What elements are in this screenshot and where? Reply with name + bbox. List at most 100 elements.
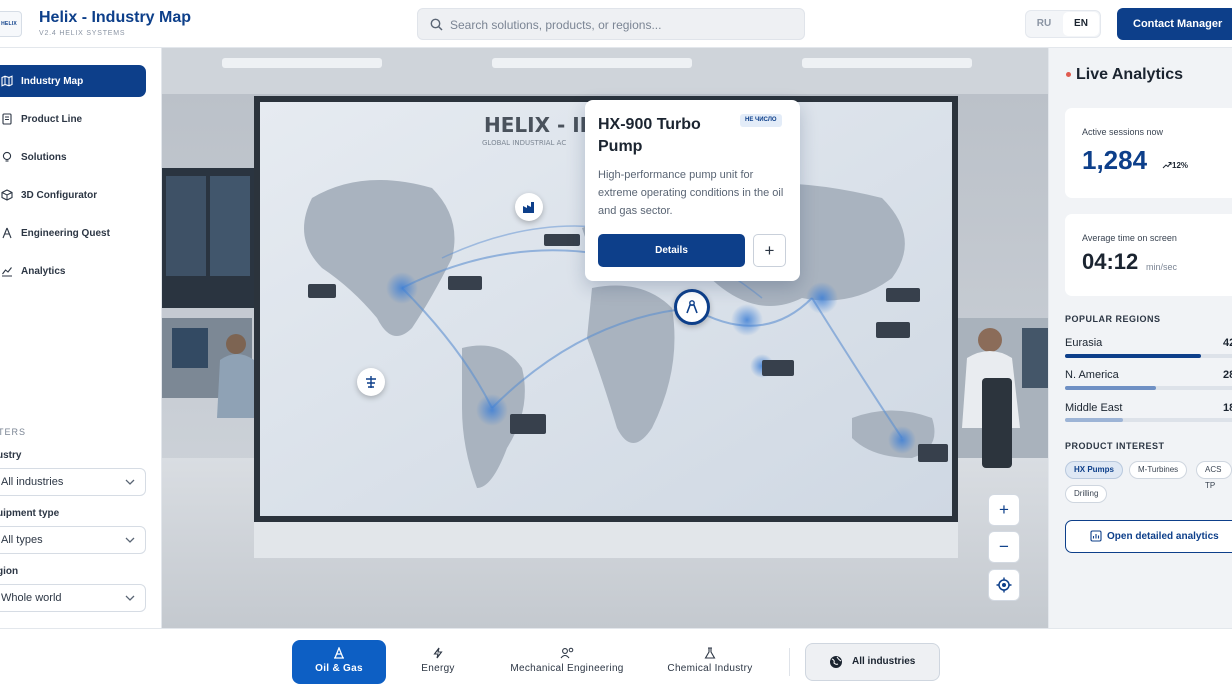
logo-text: HELIX bbox=[1, 21, 17, 27]
live-indicator bbox=[1066, 72, 1071, 77]
document-icon bbox=[0, 112, 14, 126]
popup-description: High-performance pump unit for extreme o… bbox=[598, 169, 784, 217]
locate-button[interactable] bbox=[988, 569, 1020, 601]
filter-industry-label: ustry bbox=[0, 450, 22, 461]
industry-tab-mechanical-engineering[interactable]: Mechanical Engineering bbox=[498, 640, 636, 684]
time-unit: min/sec bbox=[1146, 262, 1178, 272]
lightbulb-icon bbox=[0, 150, 14, 164]
factory-marker[interactable] bbox=[515, 193, 543, 221]
add-to-compare-button[interactable]: + bbox=[753, 234, 786, 267]
helix-logo[interactable]: HELIX bbox=[0, 11, 22, 37]
nav-solutions[interactable]: Solutions bbox=[0, 141, 146, 173]
nav-industry-map[interactable]: Industry Map bbox=[0, 65, 146, 97]
nav-label: Engineering Quest bbox=[21, 227, 110, 239]
app-header: HELIX Helix - Industry Map V2.4 HELIX SY… bbox=[0, 0, 1232, 48]
sessions-trend: 12% bbox=[1172, 161, 1189, 170]
nav-3d-configurator[interactable]: 3D Configurator bbox=[0, 179, 146, 211]
industry-tab-oil-gas[interactable]: Oil & Gas bbox=[292, 640, 386, 684]
equipment-select-value: All types bbox=[1, 534, 43, 546]
chevron-down-icon bbox=[125, 595, 135, 601]
lang-en-button[interactable]: EN bbox=[1063, 12, 1099, 36]
industry-tab-energy[interactable]: Energy bbox=[400, 640, 476, 684]
sessions-value: 1,284 bbox=[1082, 145, 1148, 175]
pump-marker-selected[interactable] bbox=[674, 289, 710, 325]
equipment-select[interactable]: All types bbox=[0, 526, 146, 554]
plant-marker[interactable] bbox=[357, 368, 385, 396]
sidebar: Industry Map Product Line Solutions 3D C… bbox=[0, 48, 162, 628]
chart-icon bbox=[0, 264, 14, 278]
industry-select[interactable]: All industries bbox=[0, 468, 146, 496]
time-label: Average time on screen bbox=[1082, 233, 1177, 243]
nav-label: Product Line bbox=[21, 113, 83, 125]
sessions-label: Active sessions now bbox=[1082, 127, 1164, 137]
chevron-down-icon bbox=[125, 537, 135, 543]
wall-subtitle: GLOBAL INDUSTRIAL AC bbox=[482, 139, 566, 147]
region-bar-fill bbox=[1065, 386, 1156, 390]
region-value: 42 bbox=[1223, 337, 1232, 349]
zoom-out-button[interactable]: − bbox=[988, 531, 1020, 563]
nav-label: Industry Map bbox=[21, 75, 84, 87]
time-card: Average time on screen 04:12 min/sec bbox=[1065, 214, 1232, 296]
popup-title: HX-900 Turbo Pump bbox=[598, 116, 701, 155]
industry-bar: Oil & Gas Energy Mechanical Engineering … bbox=[0, 628, 1232, 693]
compass-icon bbox=[0, 226, 14, 240]
lightning-icon bbox=[433, 647, 443, 659]
nav-label: Solutions bbox=[21, 151, 67, 163]
filter-equipment-label: uipment type bbox=[0, 508, 60, 519]
region-value: 18 bbox=[1223, 402, 1232, 414]
industry-label: Mechanical Engineering bbox=[510, 663, 624, 674]
filters-title: TERS bbox=[0, 427, 27, 437]
language-switcher: RU EN bbox=[1025, 10, 1101, 38]
industry-label: Oil & Gas bbox=[315, 663, 363, 674]
live-analytics-panel: Live Analytics Active sessions now 1,284… bbox=[1048, 48, 1232, 628]
lang-ru-button[interactable]: RU bbox=[1026, 11, 1062, 37]
search-input[interactable]: Search solutions, products, or regions..… bbox=[417, 8, 805, 40]
app-title: Helix - Industry Map bbox=[39, 9, 192, 26]
contact-manager-button[interactable]: Contact Manager bbox=[1117, 8, 1232, 40]
interest-chip-hx-pumps[interactable]: HX Pumps bbox=[1065, 461, 1124, 479]
open-analytics-button[interactable]: Open detailed analytics bbox=[1065, 520, 1232, 553]
region-bar-fill bbox=[1065, 418, 1124, 422]
regions-title: POPULAR REGIONS bbox=[1065, 314, 1161, 324]
interest-chip-m-turbines[interactable]: M-Turbines bbox=[1129, 461, 1188, 479]
app-version: V2.4 HELIX SYSTEMS bbox=[39, 30, 126, 37]
region-bar-fill bbox=[1065, 354, 1202, 358]
nav-product-line[interactable]: Product Line bbox=[0, 103, 146, 135]
wall-title: HELIX - IN bbox=[484, 113, 596, 137]
zoom-in-button[interactable]: + bbox=[988, 494, 1020, 526]
region-bar bbox=[1065, 386, 1232, 390]
oil-rig-icon bbox=[334, 647, 344, 659]
interest-title: PRODUCT INTEREST bbox=[1065, 441, 1165, 451]
engineer-icon bbox=[560, 647, 574, 659]
sessions-card: Active sessions now 1,284 12% bbox=[1065, 108, 1232, 198]
flask-icon bbox=[704, 647, 716, 659]
interest-chip-drilling[interactable]: Drilling bbox=[1065, 485, 1108, 503]
product-popup: HX-900 Turbo Pump НЕ ЧИСЛО High-performa… bbox=[585, 100, 800, 281]
region-select[interactable]: Whole world bbox=[0, 584, 146, 612]
trend-up-icon bbox=[1162, 162, 1172, 169]
popup-badge: НЕ ЧИСЛО bbox=[740, 114, 782, 127]
filter-region-label: gion bbox=[0, 566, 19, 577]
nav-analytics[interactable]: Analytics bbox=[0, 255, 146, 287]
chevron-down-icon bbox=[125, 479, 135, 485]
all-industries-button[interactable]: All industries bbox=[805, 643, 940, 681]
region-name: N. America bbox=[1065, 369, 1119, 381]
locate-icon bbox=[996, 577, 1012, 593]
industry-label: Energy bbox=[421, 663, 455, 674]
map-icon bbox=[0, 74, 14, 88]
cube-icon bbox=[0, 188, 14, 202]
nav-engineering-quest[interactable]: Engineering Quest bbox=[0, 217, 146, 249]
factory-icon bbox=[523, 202, 534, 213]
region-value: 28 bbox=[1223, 369, 1232, 381]
analytics-title: Live Analytics bbox=[1076, 66, 1184, 83]
plant-icon bbox=[366, 376, 376, 388]
pump-icon bbox=[686, 300, 698, 314]
search-placeholder: Search solutions, products, or regions..… bbox=[450, 18, 662, 32]
industry-select-value: All industries bbox=[1, 476, 64, 488]
region-name: Middle East bbox=[1065, 402, 1123, 414]
region-bar bbox=[1065, 354, 1232, 358]
details-button[interactable]: Details bbox=[598, 234, 745, 267]
interest-chip-acs-tp[interactable]: ACS TP bbox=[1196, 461, 1232, 490]
open-analytics-label: Open detailed analytics bbox=[1107, 531, 1219, 542]
industry-tab-chemical-industry[interactable]: Chemical Industry bbox=[656, 640, 764, 684]
